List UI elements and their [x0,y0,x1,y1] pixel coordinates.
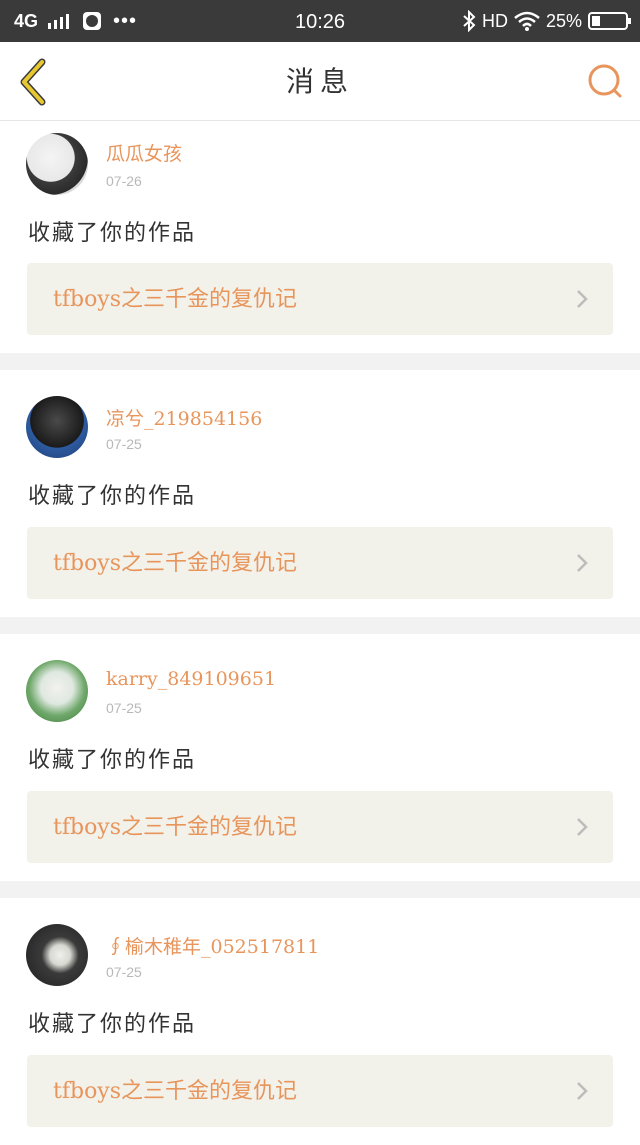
username[interactable]: 瓜瓜女孩 [106,139,182,166]
divider [0,617,640,634]
message-card: 凉兮_219854156 07-25 收藏了你的作品 tfboys之三千金的复仇… [0,370,640,617]
avatar[interactable] [26,660,88,722]
hd-label: HD [481,10,508,31]
chevron-right-icon [577,554,588,572]
timestamp: 07-26 [106,173,142,189]
work-link[interactable]: tfboys之三千金的复仇记 [27,1055,613,1127]
page-title: 消息 [285,65,354,98]
action-text: 收藏了你的作品 [28,221,197,246]
avatar[interactable] [26,396,88,458]
username[interactable]: karry_849109651 [106,668,276,690]
wifi-icon [514,11,540,31]
message-card: karry_849109651 07-25 收藏了你的作品 tfboys之三千金… [0,634,640,881]
username[interactable]: ∮榆木稚年_052517811 [106,932,319,959]
battery-percent: 25% [545,10,582,31]
work-link[interactable]: tfboys之三千金的复仇记 [27,263,613,335]
status-bar: 4G ••• 10:26 HD 25% [0,0,640,42]
battery-fill [592,16,600,26]
chevron-right-icon [577,290,588,308]
avatar[interactable] [26,924,88,986]
work-title: tfboys之三千金的复仇记 [53,287,298,312]
battery-icon [588,12,631,30]
timestamp: 07-25 [106,964,142,980]
chevron-right-icon [577,1082,588,1100]
avatar[interactable] [26,133,88,195]
divider [0,353,640,370]
work-link[interactable]: tfboys之三千金的复仇记 [27,791,613,863]
work-title: tfboys之三千金的复仇记 [53,551,298,576]
bluetooth-icon [463,10,476,32]
divider [0,881,640,898]
search-icon[interactable] [586,62,624,100]
timestamp: 07-25 [106,436,142,452]
status-right: HD 25% [462,0,631,42]
action-text: 收藏了你的作品 [28,1012,197,1037]
message-card: ∮榆木稚年_052517811 07-25 收藏了你的作品 tfboys之三千金… [0,898,640,1145]
username[interactable]: 凉兮_219854156 [106,404,262,431]
action-text: 收藏了你的作品 [28,748,197,773]
work-link[interactable]: tfboys之三千金的复仇记 [27,527,613,599]
work-title: tfboys之三千金的复仇记 [53,815,298,840]
action-text: 收藏了你的作品 [28,484,197,509]
nav-bar: 消息 [0,42,640,121]
work-title: tfboys之三千金的复仇记 [53,1079,298,1104]
message-card: 瓜瓜女孩 07-26 收藏了你的作品 tfboys之三千金的复仇记 [0,121,640,353]
timestamp: 07-25 [106,700,142,716]
chevron-right-icon [577,818,588,836]
message-feed: 瓜瓜女孩 07-26 收藏了你的作品 tfboys之三千金的复仇记 凉兮_219… [0,121,640,1145]
